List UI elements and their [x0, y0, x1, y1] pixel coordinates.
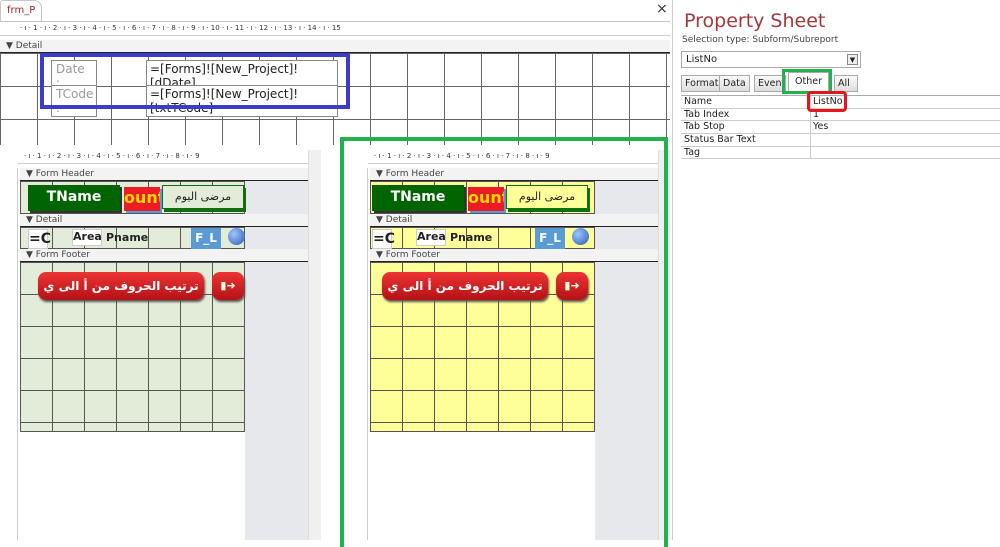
tname-label[interactable]: TName — [28, 185, 120, 211]
object-selector[interactable]: ListNo ▼ — [681, 51, 861, 68]
red-highlight-box — [807, 91, 847, 112]
selected-object: ListNo — [686, 54, 718, 65]
sort-a-to-z-button[interactable]: ترتيب الحروف من أ الى ي — [38, 272, 204, 300]
property-sheet-title: Property Sheet — [684, 10, 826, 32]
property-row-tag[interactable]: Tag — [681, 146, 1000, 160]
selection-type: Selection type: Subform/Subreport — [682, 35, 839, 45]
pname-textbox[interactable]: Pname — [106, 231, 148, 244]
subform-empty-area — [245, 180, 308, 540]
divider — [672, 0, 673, 540]
subform-left[interactable]: · ı · 1 · ı · 2 · ı · 3 · ı · 4 · ı · 5 … — [0, 148, 322, 540]
property-row-tab-stop[interactable]: Tab Stop Yes — [681, 121, 1000, 135]
section-label: Form Footer — [35, 250, 90, 260]
detail-section-bar[interactable]: ▼ Detail — [0, 40, 670, 53]
document-tab-frm-p[interactable]: frm_P — [0, 0, 42, 22]
counter-textbox[interactable]: =C — [28, 229, 51, 249]
circle-button-icon[interactable] — [228, 228, 245, 245]
subform-ruler: · ı · 1 · ı · 2 · ı · 3 · ı · 4 · ı · 5 … — [18, 150, 308, 164]
vertical-ruler — [0, 168, 18, 540]
property-key: Status Bar Text — [681, 134, 811, 146]
property-value[interactable] — [811, 134, 813, 146]
tab-format[interactable]: Format — [681, 75, 723, 92]
property-key: Tab Index — [681, 108, 811, 121]
exit-button[interactable]: ▮➜ — [212, 272, 244, 300]
section-label: Detail — [35, 215, 63, 225]
blue-highlight-box — [40, 53, 350, 109]
section-label: Form Header — [35, 169, 95, 179]
form-footer-bar[interactable]: ▼ Form Footer — [20, 249, 308, 262]
property-row-status-bar-text[interactable]: Status Bar Text — [681, 134, 1000, 147]
property-value[interactable] — [811, 147, 813, 159]
count-textbox[interactable]: ount — [124, 187, 160, 211]
property-value[interactable]: Yes — [811, 121, 828, 133]
fl-textbox[interactable]: F_L — [191, 228, 221, 249]
tab-label: frm_P — [7, 5, 36, 16]
green-highlight-box — [340, 137, 668, 547]
exit-door-icon: ▮➜ — [220, 279, 236, 292]
property-key: Tag — [681, 146, 811, 159]
property-key: Tab Stop — [681, 121, 811, 134]
tab-all[interactable]: All — [834, 75, 858, 92]
today-patients-label[interactable]: مرضى اليوم — [162, 185, 244, 209]
property-key: Name — [681, 96, 811, 108]
horizontal-ruler: · ı · 1 · ı · 2 · ı · 3 · ı · 4 · ı · 5 … — [0, 22, 670, 36]
vertical-scrollbar[interactable] — [308, 150, 321, 540]
close-icon[interactable]: × — [656, 1, 668, 17]
dropdown-arrow-icon[interactable]: ▼ — [847, 54, 858, 65]
detail-bar[interactable]: ▼ Detail — [20, 214, 308, 227]
section-label: Detail — [15, 41, 43, 51]
area-textbox[interactable]: Area — [72, 229, 102, 246]
form-header-bar[interactable]: ▼ Form Header — [20, 168, 308, 181]
tab-data[interactable]: Data — [719, 75, 750, 92]
